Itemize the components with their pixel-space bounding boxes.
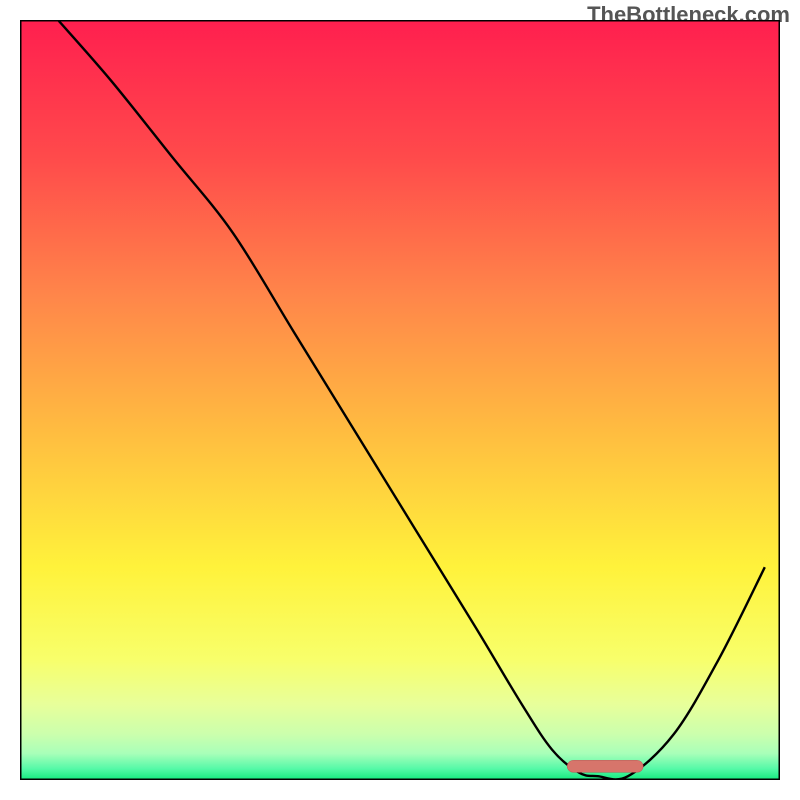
gradient-fill <box>20 20 780 780</box>
optimal-marker-pill <box>567 760 643 772</box>
chart-svg <box>20 20 780 780</box>
chart-stage: TheBottleneck.com <box>0 0 800 800</box>
